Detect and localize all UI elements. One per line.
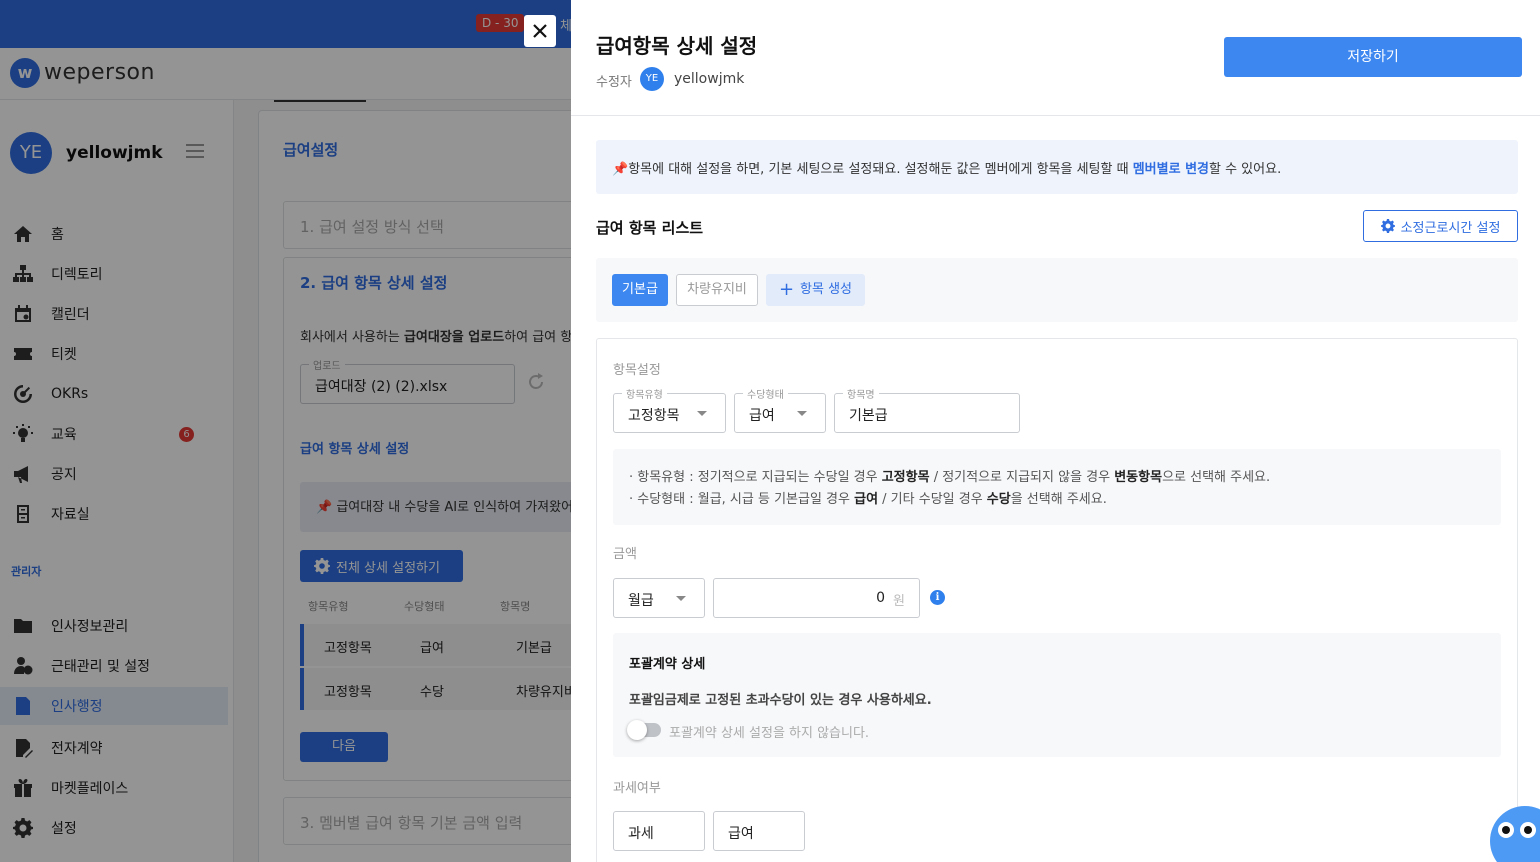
item-type-select[interactable]: 항목유형 고정항목 <box>613 386 726 433</box>
button-label: 항목 생성 <box>800 282 853 297</box>
chip-vehicle-allowance[interactable]: 차량유지비 <box>676 274 758 306</box>
allowance-form-select[interactable]: 수당형태 급여 <box>734 386 826 433</box>
comprehensive-title: 포괄계약 상세 <box>629 657 706 672</box>
amount-value: 0 <box>876 590 885 606</box>
field-value: 고정항목 <box>628 408 680 424</box>
field-label: 항목유형 <box>622 386 667 401</box>
chatbot-eye-icon <box>1498 822 1514 838</box>
item-settings-card: 항목설정 항목유형 고정항목 수당형태 급여 항목명 기본급 · 항목유형 : … <box>596 338 1518 862</box>
button-label: 소정근로시간 설정 <box>1400 220 1501 236</box>
pay-period-select[interactable]: 월급 <box>613 578 705 618</box>
field-value: 기본급 <box>849 408 888 424</box>
taxation-select[interactable]: 과세 <box>613 811 705 851</box>
chip-base-salary[interactable]: 기본급 <box>612 274 668 306</box>
field-value: 월급 <box>628 593 654 609</box>
tax-category-select[interactable]: 급여 <box>713 811 805 851</box>
drawer-title: 급여항목 상세 설정 <box>596 34 758 58</box>
field-value: 급여 <box>749 408 775 424</box>
section-label: 금액 <box>613 547 637 562</box>
gear-icon <box>1380 219 1395 233</box>
help-line-allowance-form: · 수당형태 : 월급, 시급 등 기본급일 경우 급여 / 기타 수당일 경우… <box>629 492 1107 507</box>
plus-icon: + <box>778 279 795 300</box>
comprehensive-description: 포괄임금제로 고정된 초과수당이 있는 경우 사용하세요. <box>629 693 932 708</box>
create-item-button[interactable]: + 항목 생성 <box>766 274 865 306</box>
section-label: 항목설정 <box>613 363 661 378</box>
editor-label: 수정자 <box>596 75 632 90</box>
close-icon <box>533 24 547 38</box>
currency-unit: 원 <box>893 594 905 609</box>
field-label: 수당형태 <box>743 386 788 401</box>
comprehensive-contract-box: 포괄계약 상세 포괄임금제로 고정된 초과수당이 있는 경우 사용하세요. 포괄… <box>613 633 1501 757</box>
comprehensive-toggle[interactable] <box>627 720 661 740</box>
info-banner: 📌항목에 대해 설정을 하면, 기본 세팅으로 설정돼요. 설정해둔 값은 멤버… <box>596 140 1518 194</box>
editor-name: yellowjmk <box>674 71 745 87</box>
editor-avatar: YE <box>640 67 664 91</box>
banner-suffix: 할 수 있어요. <box>1209 162 1282 177</box>
close-drawer-button[interactable] <box>524 15 556 47</box>
banner-text: 항목에 대해 설정을 하면, 기본 세팅으로 설정돼요. 설정해둔 값은 멤버에… <box>628 162 1133 177</box>
help-box: · 항목유형 : 정기적으로 지급되는 수당일 경우 고정항목 / 정기적으로 … <box>613 449 1501 525</box>
info-icon[interactable]: i <box>930 590 945 605</box>
item-chip-bar: 기본급 차량유지비 + 항목 생성 <box>596 258 1518 322</box>
item-list-title: 급여 항목 리스트 <box>596 219 704 237</box>
item-name-input[interactable]: 항목명 기본급 <box>834 386 1020 433</box>
help-line-item-type: · 항목유형 : 정기적으로 지급되는 수당일 경우 고정항목 / 정기적으로 … <box>629 470 1271 485</box>
save-button[interactable]: 저장하기 <box>1224 37 1522 77</box>
field-label: 항목명 <box>843 386 879 401</box>
caret-down-icon <box>697 411 707 416</box>
field-value: 급여 <box>728 826 754 842</box>
caret-down-icon <box>797 411 807 416</box>
working-hours-settings-button[interactable]: 소정근로시간 설정 <box>1363 210 1518 242</box>
header-divider <box>571 115 1540 116</box>
chatbot-eye-icon <box>1520 822 1536 838</box>
toggle-label: 포괄계약 상세 설정을 하지 않습니다. <box>669 726 870 741</box>
section-label: 과세여부 <box>613 781 661 796</box>
pin-icon: 📌 <box>612 162 629 177</box>
field-value: 과세 <box>628 826 654 842</box>
payroll-item-detail-drawer: 급여항목 상세 설정 수정자 YE yellowjmk 저장하기 📌항목에 대해… <box>571 0 1540 862</box>
change-per-member-link[interactable]: 멤버별로 변경 <box>1133 162 1209 177</box>
toggle-knob <box>627 720 647 740</box>
caret-down-icon <box>676 596 686 601</box>
amount-input[interactable]: 0 원 <box>713 578 920 618</box>
